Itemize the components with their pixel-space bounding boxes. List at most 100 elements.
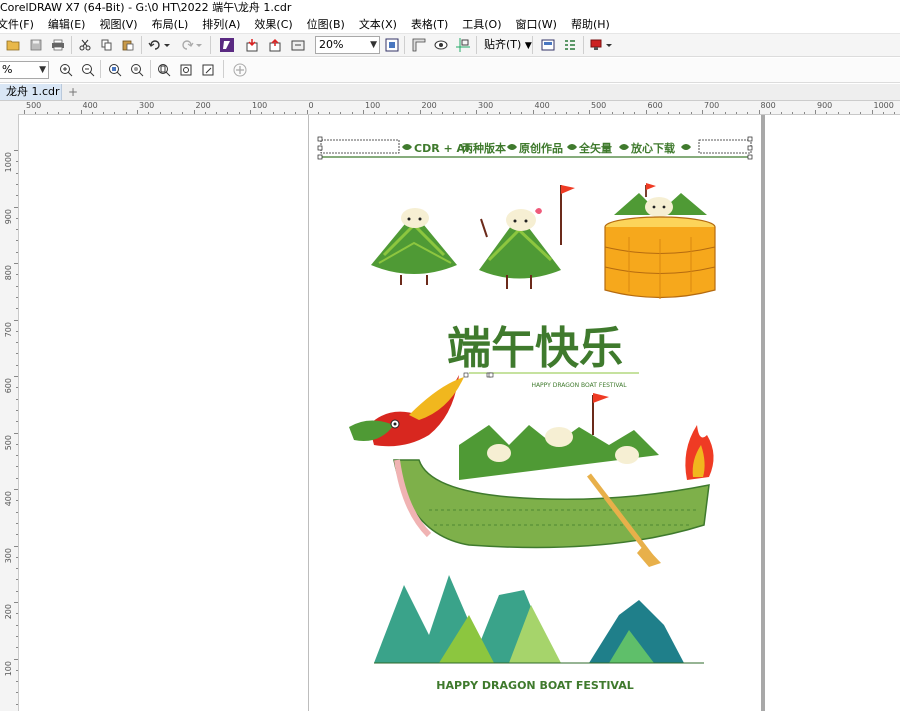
show-rulers-icon[interactable]: [410, 36, 428, 54]
ruler-minor-tick: [521, 112, 523, 114]
top-banner[interactable]: CDR + AI 两种版本 原创作品 全矢量 放心下载: [317, 136, 753, 160]
show-guidelines-icon[interactable]: [454, 36, 472, 54]
zongzi-character-1[interactable]: [371, 208, 457, 285]
menu-view[interactable]: 视图(V): [99, 16, 137, 33]
menu-bitmaps[interactable]: 位图(B): [307, 16, 345, 33]
undo-icon[interactable]: [146, 36, 172, 54]
add-plus-icon[interactable]: [231, 61, 249, 79]
ruler-minor-tick: [837, 112, 839, 114]
ruler-minor-tick: [16, 692, 18, 694]
menu-text[interactable]: 文本(X): [359, 16, 397, 33]
vertical-ruler[interactable]: 1000 900 800 700 600 500 400 300 200 100: [0, 114, 19, 711]
menu-help[interactable]: 帮助(H): [571, 16, 610, 33]
zoom-out-icon[interactable]: [79, 61, 97, 79]
ruler-minor-tick: [283, 112, 285, 114]
document-page[interactable]: CDR + AI 两种版本 原创作品 全矢量 放心下载 端午快乐 HAPPY D…: [308, 115, 765, 711]
zoom-to-page-height-icon[interactable]: [199, 61, 217, 79]
zoom-in-icon[interactable]: [57, 61, 75, 79]
ruler-minor-tick: [16, 500, 18, 502]
options-icon[interactable]: [561, 36, 579, 54]
headline-subtitle: HAPPY DRAGON BOAT FESTIVAL: [531, 382, 627, 389]
print-icon[interactable]: [49, 36, 67, 54]
application-launcher-icon[interactable]: [589, 36, 613, 54]
ruler-tick: [14, 319, 18, 321]
ruler-tick: [14, 658, 18, 660]
menu-file[interactable]: 文件(F): [0, 16, 34, 33]
toolbar-separator: [583, 36, 584, 54]
zoom-combo-value: %: [2, 63, 13, 76]
toolbar-separator: [100, 60, 101, 78]
ruler-origin[interactable]: [0, 101, 19, 115]
menu-tools[interactable]: 工具(O): [462, 16, 501, 33]
add-tab-button[interactable]: +: [66, 85, 80, 99]
toolbar-separator: [532, 36, 533, 54]
menu-arrange[interactable]: 排列(A): [202, 16, 240, 33]
ruler-tick: [815, 110, 816, 114]
ruler-minor-tick: [16, 511, 18, 513]
menu-window[interactable]: 窗口(W): [516, 16, 557, 33]
show-grid-eye-icon[interactable]: [432, 36, 450, 54]
ruler-minor-tick: [16, 172, 18, 174]
ruler-label: 700: [704, 101, 720, 110]
full-screen-preview-icon[interactable]: [383, 36, 401, 54]
mountains-illustration[interactable]: [374, 575, 704, 664]
save-icon[interactable]: [27, 36, 45, 54]
ruler-minor-tick: [464, 112, 466, 114]
zongzi-character-2[interactable]: [479, 185, 575, 289]
ruler-label: 100: [252, 101, 268, 110]
paste-icon[interactable]: [119, 36, 137, 54]
ruler-minor-tick: [16, 624, 18, 626]
import-icon[interactable]: [243, 36, 261, 54]
ruler-tick: [645, 110, 647, 114]
horizontal-ruler[interactable]: 500 400 300 200 100 0 100 200 300 400 500 600 700 800…: [18, 101, 900, 115]
ruler-minor-tick: [430, 112, 432, 114]
ruler-minor-tick: [16, 681, 18, 683]
zoom-to-selected-icon[interactable]: [106, 61, 124, 79]
ruler-tick: [758, 110, 760, 114]
ruler-tick: [14, 432, 18, 434]
ruler-minor-tick: [16, 195, 18, 197]
export-icon[interactable]: [266, 36, 284, 54]
ruler-minor-tick: [498, 112, 500, 114]
menu-effects[interactable]: 效果(C): [254, 16, 292, 33]
headline[interactable]: 端午快乐 HAPPY DRAGON BOAT FESTIVAL: [447, 323, 639, 389]
ruler-minor-tick: [103, 112, 105, 114]
ruler-tick: [14, 489, 18, 490]
copy-icon[interactable]: [98, 36, 116, 54]
document-tab[interactable]: 龙舟 1.cdr: [0, 84, 62, 100]
ruler-label: 400: [82, 101, 98, 110]
dragon-boat-illustration[interactable]: [349, 372, 714, 567]
zoom-to-page-icon[interactable]: [155, 61, 173, 79]
ruler-minor-tick: [16, 409, 18, 411]
ruler-minor-tick: [860, 112, 862, 114]
zoom-to-page-width-icon[interactable]: [177, 61, 195, 79]
artwork[interactable]: CDR + AI 两种版本 原创作品 全矢量 放心下载 端午快乐 HAPPY D…: [309, 115, 761, 711]
ruler-minor-tick: [16, 285, 18, 287]
welcome-screen-icon[interactable]: [539, 36, 557, 54]
cut-icon[interactable]: [76, 36, 94, 54]
ruler-label: 500: [4, 434, 13, 450]
publish-pdf-icon[interactable]: [289, 36, 307, 54]
ruler-minor-tick: [600, 112, 602, 114]
zoom-combo[interactable]: % ▼: [0, 61, 49, 79]
snap-to-dropdown[interactable]: 贴齐(T) ▼: [484, 37, 532, 54]
ruler-label: 100: [365, 101, 381, 110]
chevron-down-icon: ▼: [39, 65, 46, 75]
menu-edit[interactable]: 编辑(E): [48, 16, 86, 33]
chevron-down-icon: ▼: [370, 40, 377, 50]
ruler-minor-tick: [57, 112, 59, 114]
zoom-to-all-objects-icon[interactable]: [128, 61, 146, 79]
menu-table[interactable]: 表格(T): [411, 16, 448, 33]
ruler-label: 600: [647, 101, 663, 110]
ruler-minor-tick: [848, 112, 850, 114]
steamer-basket[interactable]: [604, 183, 716, 299]
zoom-level-value: 20%: [319, 38, 344, 51]
redo-icon[interactable]: [178, 36, 204, 54]
ruler-minor-tick: [690, 112, 692, 114]
open-folder-icon[interactable]: [4, 36, 22, 54]
zoom-level-combo[interactable]: 20% ▼: [315, 36, 380, 54]
ruler-minor-tick: [453, 112, 455, 114]
ruler-minor-tick: [724, 112, 726, 114]
corel-connect-icon[interactable]: [218, 36, 236, 54]
menu-layout[interactable]: 布局(L): [152, 16, 189, 33]
